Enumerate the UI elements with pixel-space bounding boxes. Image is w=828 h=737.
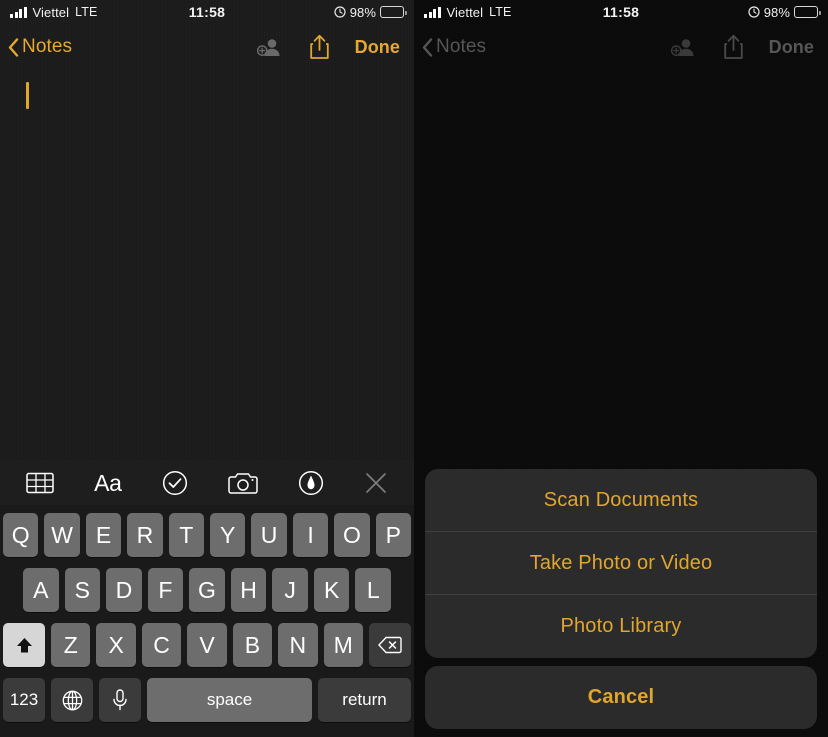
keyboard-row-1: Q W E R T Y U I O P — [2, 513, 412, 557]
status-bar-left: Viettel LTE — [424, 5, 603, 20]
add-person-icon[interactable] — [257, 34, 283, 60]
network-label: LTE — [75, 5, 98, 19]
key-x[interactable]: X — [96, 623, 136, 667]
key-u[interactable]: U — [251, 513, 287, 557]
key-c[interactable]: C — [141, 623, 182, 667]
close-icon[interactable] — [364, 468, 388, 498]
battery-icon — [794, 6, 821, 18]
back-label: Notes — [22, 36, 73, 57]
globe-icon — [62, 690, 82, 710]
done-button[interactable]: Done — [769, 37, 814, 58]
action-cancel-button[interactable]: Cancel — [425, 666, 817, 729]
microphone-key[interactable] — [99, 678, 141, 722]
share-icon[interactable] — [307, 34, 333, 60]
back-to-notes-button[interactable]: Notes — [8, 36, 72, 58]
done-button[interactable]: Done — [355, 37, 400, 58]
action-take-photo-or-video[interactable]: Take Photo or Video — [425, 532, 817, 595]
status-bar-left: Viettel LTE — [10, 5, 189, 20]
key-o[interactable]: O — [334, 513, 370, 557]
microphone-icon — [113, 689, 127, 711]
status-bar-right: 98% — [225, 4, 407, 20]
shift-key[interactable] — [3, 623, 46, 667]
key-v[interactable]: V — [187, 623, 227, 667]
navigation-bar: Notes Done — [0, 24, 414, 70]
carrier-label: Viettel — [32, 4, 70, 20]
action-sheet-options: Scan Documents Take Photo or Video Photo… — [425, 469, 817, 658]
backspace-icon — [378, 636, 402, 654]
status-bar: Viettel LTE 11:58 98% — [0, 0, 414, 24]
battery-icon — [380, 6, 407, 18]
text-format-icon[interactable]: Aa — [94, 468, 122, 498]
signal-bars-icon — [10, 6, 27, 18]
key-q[interactable]: Q — [2, 513, 39, 557]
action-scan-documents[interactable]: Scan Documents — [425, 469, 817, 532]
nav-icon-group — [671, 34, 747, 60]
key-f[interactable]: F — [147, 568, 184, 612]
key-d[interactable]: D — [106, 568, 142, 612]
key-y[interactable]: Y — [210, 513, 246, 557]
action-sheet: Scan Documents Take Photo or Video Photo… — [425, 469, 817, 729]
format-toolbar: Aa — [0, 461, 414, 505]
shift-up-arrow-icon — [16, 637, 32, 652]
keyboard-row-3: Z X C V B N M — [3, 623, 411, 667]
battery-percent-label: 98% — [349, 4, 377, 20]
back-to-notes-button[interactable]: Notes — [422, 36, 486, 58]
key-s[interactable]: S — [64, 568, 101, 612]
globe-key[interactable] — [51, 678, 93, 722]
clock-rotation-icon — [334, 6, 346, 18]
camera-icon[interactable] — [228, 468, 258, 498]
clock-label: 11:58 — [188, 4, 226, 20]
key-t[interactable]: T — [168, 513, 204, 557]
text-caret — [26, 82, 29, 109]
checklist-icon[interactable] — [162, 468, 188, 498]
add-person-icon[interactable] — [671, 34, 697, 60]
keyboard-row-2: A S D F G H J K L — [3, 568, 411, 612]
key-i[interactable]: I — [292, 513, 329, 557]
key-m[interactable]: M — [323, 623, 363, 667]
key-g[interactable]: G — [189, 568, 225, 612]
network-label: LTE — [489, 5, 512, 19]
key-h[interactable]: H — [230, 568, 267, 612]
left-phone-screen: Viettel LTE 11:58 98% Notes Done Aa Q W … — [0, 0, 414, 737]
key-p[interactable]: P — [375, 513, 412, 557]
carrier-label: Viettel — [446, 4, 484, 20]
status-bar-right: 98% — [639, 4, 821, 20]
navigation-bar-dimmed: Notes Done — [414, 24, 828, 70]
key-r[interactable]: R — [127, 513, 163, 557]
key-b[interactable]: B — [232, 623, 273, 667]
markup-icon[interactable] — [298, 468, 324, 498]
nav-icon-group — [257, 34, 333, 60]
table-icon[interactable] — [26, 468, 54, 498]
back-label: Notes — [436, 36, 487, 57]
key-l[interactable]: L — [355, 568, 392, 612]
keyboard-row-4: 123 space return — [3, 678, 411, 722]
key-j[interactable]: J — [272, 568, 308, 612]
dual-screenshot: Viettel LTE 11:58 98% Notes Done Aa Q W … — [0, 0, 828, 737]
status-bar-right-panel: Viettel LTE 11:58 98% — [414, 0, 828, 24]
share-icon[interactable] — [721, 34, 747, 60]
on-screen-keyboard: Q W E R T Y U I O P A S D F G H J K L Z … — [0, 505, 414, 737]
numbers-key[interactable]: 123 — [3, 678, 45, 722]
action-photo-library[interactable]: Photo Library — [425, 595, 817, 658]
chevron-left-icon — [422, 37, 433, 57]
key-e[interactable]: E — [85, 513, 122, 557]
signal-bars-icon — [424, 6, 441, 18]
battery-percent-label: 98% — [763, 4, 791, 20]
key-k[interactable]: K — [313, 568, 350, 612]
clock-label: 11:58 — [602, 4, 640, 20]
return-key[interactable]: return — [318, 678, 411, 722]
key-w[interactable]: W — [44, 513, 80, 557]
backspace-key[interactable] — [368, 623, 411, 667]
key-z[interactable]: Z — [51, 623, 91, 667]
key-a[interactable]: A — [22, 568, 59, 612]
chevron-left-icon — [8, 37, 19, 57]
right-phone-screen: Viettel LTE 11:58 98% Notes Done Scan Do… — [414, 0, 828, 737]
key-n[interactable]: N — [278, 623, 318, 667]
space-key[interactable]: space — [147, 678, 312, 722]
clock-rotation-icon — [748, 6, 760, 18]
